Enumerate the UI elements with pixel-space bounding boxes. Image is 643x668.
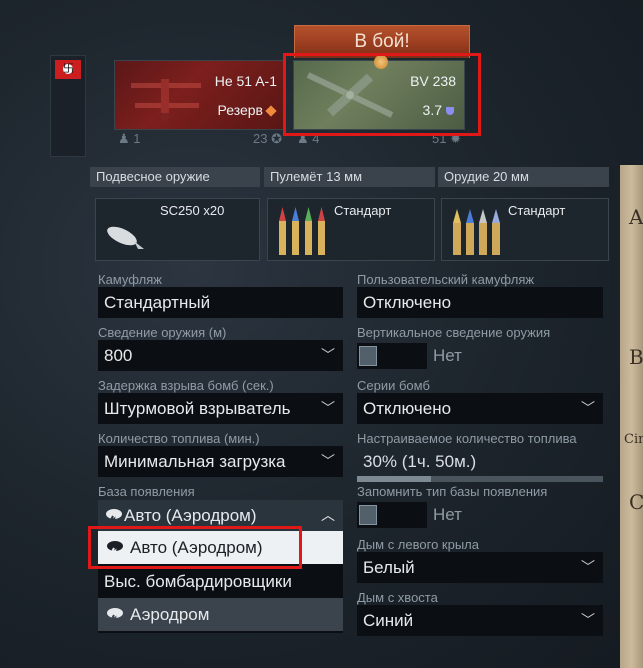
toggle-knob	[359, 505, 377, 525]
bomb-series-select[interactable]: Отключено ﹀	[357, 393, 603, 424]
custom-fuel-value: 30% (1ч. 50м.)	[363, 452, 477, 471]
spawn-option-high-bombers[interactable]: Выс. бомбардировщики	[98, 565, 343, 598]
left-smoke-value: Белый	[363, 558, 415, 577]
bomb-series-value: Отключено	[363, 399, 452, 418]
tail-smoke-value: Синий	[363, 611, 414, 630]
chevron-up-icon: ︿	[321, 507, 335, 523]
weapon-card-bombs[interactable]: SC250 x20	[95, 198, 260, 261]
convergence-label: Сведение оружия (м)	[98, 325, 227, 340]
spawn-base-value: Авто (Аэродром)	[124, 506, 257, 525]
map-letter-b: B	[629, 345, 643, 369]
fuel-value: Минимальная загрузка	[104, 452, 286, 471]
remember-spawn-value: Нет	[433, 505, 462, 524]
cloud-lightning-icon	[107, 608, 123, 622]
crew-count: 1	[133, 131, 141, 146]
vert-convergence-toggle[interactable]	[357, 343, 427, 369]
cloud-lightning-icon	[106, 509, 122, 523]
spawn-option-label: Выс. бомбардировщики	[104, 572, 292, 591]
bomb-icon	[107, 226, 144, 249]
rank-number: 23	[253, 131, 268, 146]
slot-vehicle-name: He 51 A-1	[214, 73, 277, 89]
chevron-down-icon: ﹀	[321, 446, 335, 477]
camo-label: Камуфляж	[98, 272, 162, 287]
slot-status-text: Резерв	[217, 102, 263, 118]
custom-fuel-slider[interactable]	[357, 476, 603, 482]
user-camo-field[interactable]: Отключено	[357, 287, 603, 318]
left-smoke-select[interactable]: Белый ﹀	[357, 552, 603, 583]
chevron-down-icon: ﹀	[581, 559, 595, 575]
map-letter-a: A	[629, 205, 643, 229]
left-smoke-label: Дым с левого крыла	[357, 537, 479, 552]
map-letter-c: C	[629, 490, 643, 514]
map-text-cin: Cin	[624, 432, 643, 447]
fuel-select[interactable]: Минимальная загрузка ﹀	[98, 446, 343, 477]
chevron-down-icon: ﹀	[581, 400, 595, 416]
bomb-delay-value: Штурмовой взрыватель	[104, 399, 291, 418]
spawn-option-airfield[interactable]: Аэродром	[98, 598, 343, 631]
biplane-icon	[131, 79, 201, 121]
bomb-delay-label: Задержка взрыва бомб (сек.)	[98, 378, 274, 393]
camo-value: Стандартный	[104, 293, 211, 312]
convergence-value: 800	[104, 346, 133, 365]
custom-fuel-label: Настраиваемое количество топлива	[357, 431, 577, 446]
germany-flag-icon: 卐	[55, 60, 81, 79]
chevron-down-icon: ﹀	[321, 347, 335, 363]
spawn-option-label: Аэродром	[130, 605, 210, 624]
highlight-box	[88, 526, 302, 569]
shells-icon	[453, 209, 500, 255]
bomb-series-label: Серии бомб	[357, 378, 430, 393]
weapon-header-mg: Пулемёт 13 мм	[264, 167, 435, 187]
slot-status: Резерв	[217, 102, 277, 118]
tail-smoke-select[interactable]: Синий ﹀	[357, 605, 603, 636]
convergence-select[interactable]: 800 ﹀	[98, 340, 343, 371]
weapon-label: Стандарт	[508, 203, 566, 218]
camo-field[interactable]: Стандартный	[98, 287, 343, 318]
chevron-down-icon: ﹀	[321, 393, 335, 424]
weapon-card-cannon[interactable]: Стандарт	[441, 198, 609, 261]
fuel-label: Количество топлива (мин.)	[98, 431, 260, 446]
bomb-delay-select[interactable]: Штурмовой взрыватель ﹀	[98, 393, 343, 424]
highlight-box	[283, 53, 481, 136]
vert-convergence-value: Нет	[433, 346, 462, 365]
rank-value: 23 ✪	[253, 131, 282, 146]
weapon-card-mg[interactable]: Стандарт	[267, 198, 435, 261]
ammo-belt-icon	[279, 207, 325, 255]
toggle-knob	[359, 346, 377, 366]
remember-spawn-label: Запомнить тип базы появления	[357, 484, 548, 499]
vert-convergence-label: Вертикальное сведение оружия	[357, 325, 551, 340]
weapon-label: SC250 x20	[160, 203, 225, 218]
crew-icon: ♟ 1	[118, 131, 141, 146]
spawn-base-label: База появления	[98, 484, 195, 499]
remember-spawn-toggle[interactable]	[357, 502, 427, 528]
map-edge: A B Cin C	[620, 165, 643, 668]
user-camo-label: Пользовательский камуфляж	[357, 272, 535, 287]
user-camo-value: Отключено	[363, 293, 452, 312]
vehicle-slot-he51[interactable]: He 51 A-1 Резерв	[114, 60, 286, 130]
reserve-diamond-icon	[265, 105, 277, 117]
weapon-label: Стандарт	[334, 203, 392, 218]
chevron-down-icon: ﹀	[581, 612, 595, 628]
slider-fill	[357, 476, 431, 482]
country-column: 卐	[50, 55, 86, 157]
weapon-header-cannon: Орудие 20 мм	[438, 167, 609, 187]
weapon-header-suspended: Подвесное оружие	[90, 167, 260, 187]
tail-smoke-label: Дым с хвоста	[357, 590, 438, 605]
slot-footer: ♟ 1 23 ✪	[114, 130, 286, 148]
